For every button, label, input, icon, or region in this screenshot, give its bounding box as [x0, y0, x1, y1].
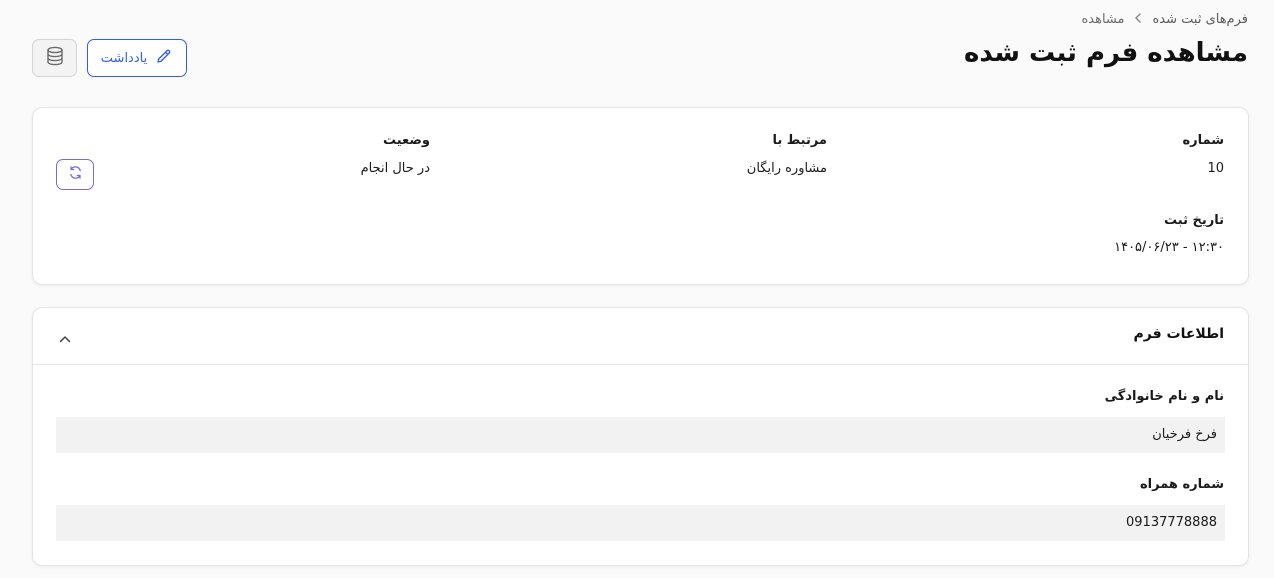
- form-info-title: اطلاعات فرم: [1133, 326, 1224, 342]
- number-label: شماره: [1182, 133, 1224, 148]
- form-info-header[interactable]: اطلاعات فرم: [33, 308, 1248, 365]
- field-label-mobile: شماره همراه: [1139, 477, 1224, 492]
- database-button[interactable]: [32, 39, 77, 77]
- chevron-up-icon[interactable]: [59, 328, 71, 347]
- refresh-icon: [68, 165, 83, 184]
- page-title: مشاهده فرم ثبت شده: [964, 38, 1248, 68]
- breadcrumb: فرم‌های ثبت شده مشاهده: [1081, 12, 1248, 27]
- related-label: مرتبط با: [772, 133, 827, 148]
- breadcrumb-current: مشاهده: [1081, 12, 1125, 27]
- note-button[interactable]: یادداشت: [87, 39, 187, 77]
- field-value-fullname: فرخ فرخیان: [56, 417, 1225, 453]
- status-value: در حال انجام: [360, 161, 430, 176]
- chevron-left-icon: [1134, 12, 1142, 27]
- status-label: وضعیت: [382, 133, 430, 148]
- breadcrumb-parent[interactable]: فرم‌های ثبت شده: [1152, 12, 1248, 27]
- number-value: 10: [1207, 161, 1224, 176]
- field-label-fullname: نام و نام خانوادگی: [1104, 389, 1224, 404]
- date-label: تاریخ ثبت: [1164, 213, 1224, 228]
- pencil-icon: [155, 47, 173, 69]
- database-icon: [46, 46, 64, 70]
- form-info-card: اطلاعات فرم نام و نام خانوادگی فرخ فرخیا…: [32, 307, 1249, 566]
- related-value: مشاوره رایگان: [746, 161, 827, 176]
- note-button-label: یادداشت: [100, 50, 148, 66]
- field-value-mobile: 09137778888: [56, 505, 1225, 541]
- refresh-button[interactable]: [56, 159, 94, 190]
- summary-card: شماره 10 مرتبط با مشاوره رایگان وضعیت در…: [32, 107, 1249, 285]
- date-value: ۱۴۰۵/۰۶/۲۳ - ۱۲:۳۰: [1114, 240, 1224, 255]
